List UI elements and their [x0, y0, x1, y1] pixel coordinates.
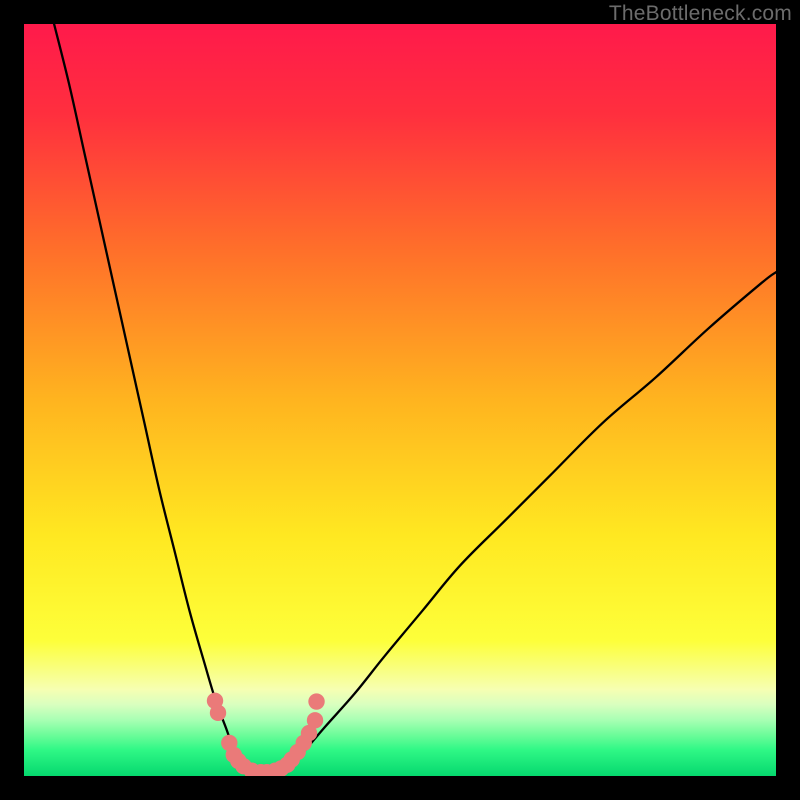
data-marker	[210, 705, 226, 721]
chart-frame	[24, 24, 776, 776]
gradient-background	[24, 24, 776, 776]
data-marker	[307, 712, 323, 728]
bottleneck-chart	[24, 24, 776, 776]
watermark-text: TheBottleneck.com	[609, 2, 792, 26]
data-marker	[308, 693, 324, 709]
